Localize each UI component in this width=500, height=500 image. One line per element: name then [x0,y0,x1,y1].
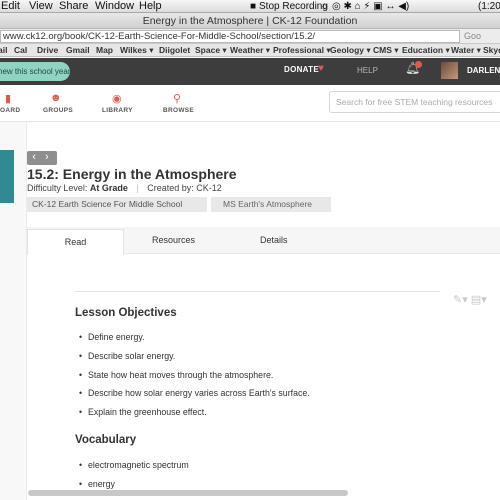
bookmark-item[interactable]: Space ▾ [195,44,227,56]
content-divider [75,291,440,292]
notification-badge [415,61,422,68]
donate-link[interactable]: DONATE [284,65,319,74]
menu-window[interactable]: Window [95,0,134,13]
meta-divider: | [136,183,139,193]
username[interactable]: DARLENE [467,66,500,75]
list-item: electromagnetic spectrum [79,460,189,470]
breadcrumb-item[interactable]: CK-12 Earth Science For Middle School [27,197,207,212]
section-heading: Lesson Objectives [75,307,177,319]
tab-resources[interactable]: Resources [152,235,195,245]
bookmark-item[interactable]: Skyd [483,44,500,56]
list-item: Describe solar energy. [79,351,175,361]
horizontal-scrollbar[interactable] [28,490,348,496]
search-field-hint[interactable]: Goo [464,31,481,41]
menu-share[interactable]: Share [59,0,88,13]
list-item: Define energy. [79,332,145,342]
menu-help[interactable]: Help [139,0,162,13]
tab-details[interactable]: Details [260,235,288,245]
bookmark-item[interactable]: ail [0,44,7,56]
avatar[interactable] [441,62,458,79]
tab-read[interactable]: Read [27,229,124,255]
bookmark-item[interactable]: Water ▾ [451,44,481,56]
bookmark-item[interactable]: Diigolet [159,44,190,56]
clock: (1:20 [478,1,500,12]
dashboard-icon[interactable]: ▮ [5,92,11,105]
list-item: energy [79,479,115,489]
bookmark-item[interactable]: Wilkes ▾ [120,44,153,56]
created-by: Created by: CK-12 [147,183,222,193]
bookmark-item[interactable]: Education ▾ [402,44,450,56]
bookmark-item[interactable]: Gmail [66,44,90,56]
breadcrumb-item[interactable]: MS Earth's Atmosphere [211,197,331,212]
menu-edit[interactable]: Edit [1,0,20,13]
url-field[interactable]: www.ck12.org/book/CK-12-Earth-Science-Fo… [0,30,460,43]
annotation-tools-icon[interactable]: ✎▾ ▤▾ [453,293,487,306]
list-item: Describe how solar energy varies across … [79,388,310,398]
site-header [0,58,500,85]
nav-dashboard[interactable]: OARD [0,107,20,114]
stop-recording-icon[interactable]: ■ [250,0,256,13]
library-icon[interactable]: ◉ [112,92,122,105]
nav-library[interactable]: LIBRARY [102,107,133,114]
address-bar-row: www.ck12.org/book/CK-12-Earth-Science-Fo… [0,29,500,44]
page-meta: Difficulty Level: At Grade | Created by:… [27,183,222,193]
nav-groups[interactable]: GROUPS [43,107,73,114]
difficulty-label: Difficulty Level: [27,183,88,193]
search-input[interactable]: Search for free STEM teaching resources [329,91,500,113]
list-item: State how heat moves through the atmosph… [79,370,273,380]
stop-recording-label[interactable]: Stop Recording [259,0,328,13]
nav-browse[interactable]: BROWSE [163,107,194,114]
os-menu-bar: Edit View Share Window Help ■ Stop Recor… [0,0,500,13]
bookmark-item[interactable]: Professional ▾ [273,44,331,56]
bookmark-item[interactable]: Map [96,44,113,56]
status-icons: ☼ ◎ ✱ ⌂ ⚡ ▣ ↔ ◀) [320,1,410,12]
help-link[interactable]: HELP [357,66,378,75]
bookmarks-bar: ail Cal Drive Gmail Map Wilkes ▾ Diigole… [0,44,500,57]
window-title: Energy in the Atmosphere | CK-12 Foundat… [0,13,500,29]
sidebar-accent[interactable] [0,150,14,203]
prev-next-buttons[interactable]: ‹ › [27,151,57,165]
list-item: Explain the greenhouse effect. [79,407,207,417]
page-title: 15.2: Energy in the Atmosphere [27,166,237,182]
bookmark-item[interactable]: Drive [37,44,58,56]
bookmark-item[interactable]: CMS ▾ [373,44,399,56]
section-heading: Vocabulary [75,434,137,446]
bookmark-item[interactable]: Geology ▾ [330,44,371,56]
bookmark-item[interactable]: Weather ▾ [230,44,270,56]
menu-view[interactable]: View [29,0,53,13]
groups-icon[interactable]: ☻ [50,92,62,104]
browse-icon[interactable]: ⚲ [173,92,181,105]
difficulty-value: At Grade [89,183,128,193]
heart-icon: ♥ [318,63,324,74]
bookmark-item[interactable]: Cal [14,44,27,56]
announcement-banner[interactable]: new this school year [0,62,70,81]
